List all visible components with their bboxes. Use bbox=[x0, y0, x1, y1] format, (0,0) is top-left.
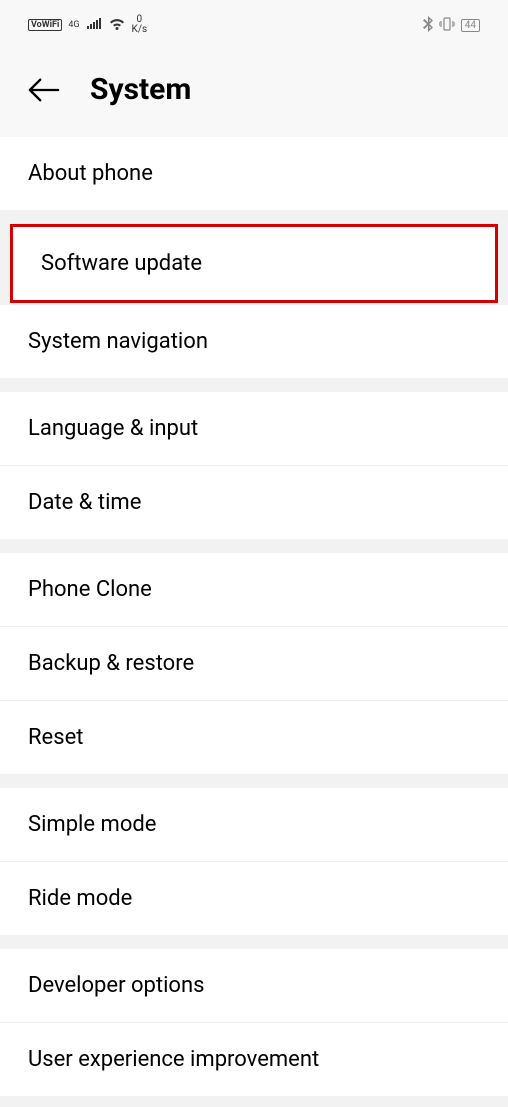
item-developer-options[interactable]: Developer options bbox=[0, 949, 508, 1023]
page-title: System bbox=[90, 72, 191, 107]
vowifi-indicator: VoWiFi bbox=[28, 19, 62, 31]
header: System bbox=[0, 50, 508, 137]
item-phone-clone[interactable]: Phone Clone bbox=[0, 553, 508, 627]
item-date-time[interactable]: Date & time bbox=[0, 466, 508, 539]
vibrate-icon bbox=[439, 16, 455, 35]
section-developer: Developer options User experience improv… bbox=[0, 949, 508, 1096]
item-backup-restore[interactable]: Backup & restore bbox=[0, 627, 508, 701]
item-software-update[interactable]: Software update bbox=[13, 227, 495, 300]
back-button[interactable] bbox=[28, 74, 60, 106]
item-ride-mode[interactable]: Ride mode bbox=[0, 862, 508, 935]
item-user-experience[interactable]: User experience improvement bbox=[0, 1023, 508, 1096]
battery-indicator: 44 bbox=[461, 19, 480, 32]
network-type: 4G bbox=[68, 20, 79, 30]
item-about-phone[interactable]: About phone bbox=[0, 137, 508, 210]
item-reset[interactable]: Reset bbox=[0, 701, 508, 774]
status-right: 44 bbox=[423, 16, 480, 35]
signal-icon bbox=[86, 18, 102, 33]
speed-indicator: 0 K/s bbox=[132, 15, 148, 35]
status-left: VoWiFi 4G 0 K/s bbox=[28, 15, 147, 35]
section-navigation: System navigation bbox=[0, 305, 508, 378]
item-simple-mode[interactable]: Simple mode bbox=[0, 788, 508, 862]
section-software-update: Software update bbox=[10, 224, 498, 303]
item-language-input[interactable]: Language & input bbox=[0, 392, 508, 466]
section-modes: Simple mode Ride mode bbox=[0, 788, 508, 935]
section-about: About phone bbox=[0, 137, 508, 210]
section-clone-backup: Phone Clone Backup & restore Reset bbox=[0, 553, 508, 774]
bluetooth-icon bbox=[423, 16, 433, 35]
arrow-left-icon bbox=[28, 77, 60, 103]
item-system-navigation[interactable]: System navigation bbox=[0, 305, 508, 378]
section-language-time: Language & input Date & time bbox=[0, 392, 508, 539]
wifi-icon bbox=[108, 17, 126, 34]
status-bar: VoWiFi 4G 0 K/s 44 bbox=[0, 0, 508, 50]
